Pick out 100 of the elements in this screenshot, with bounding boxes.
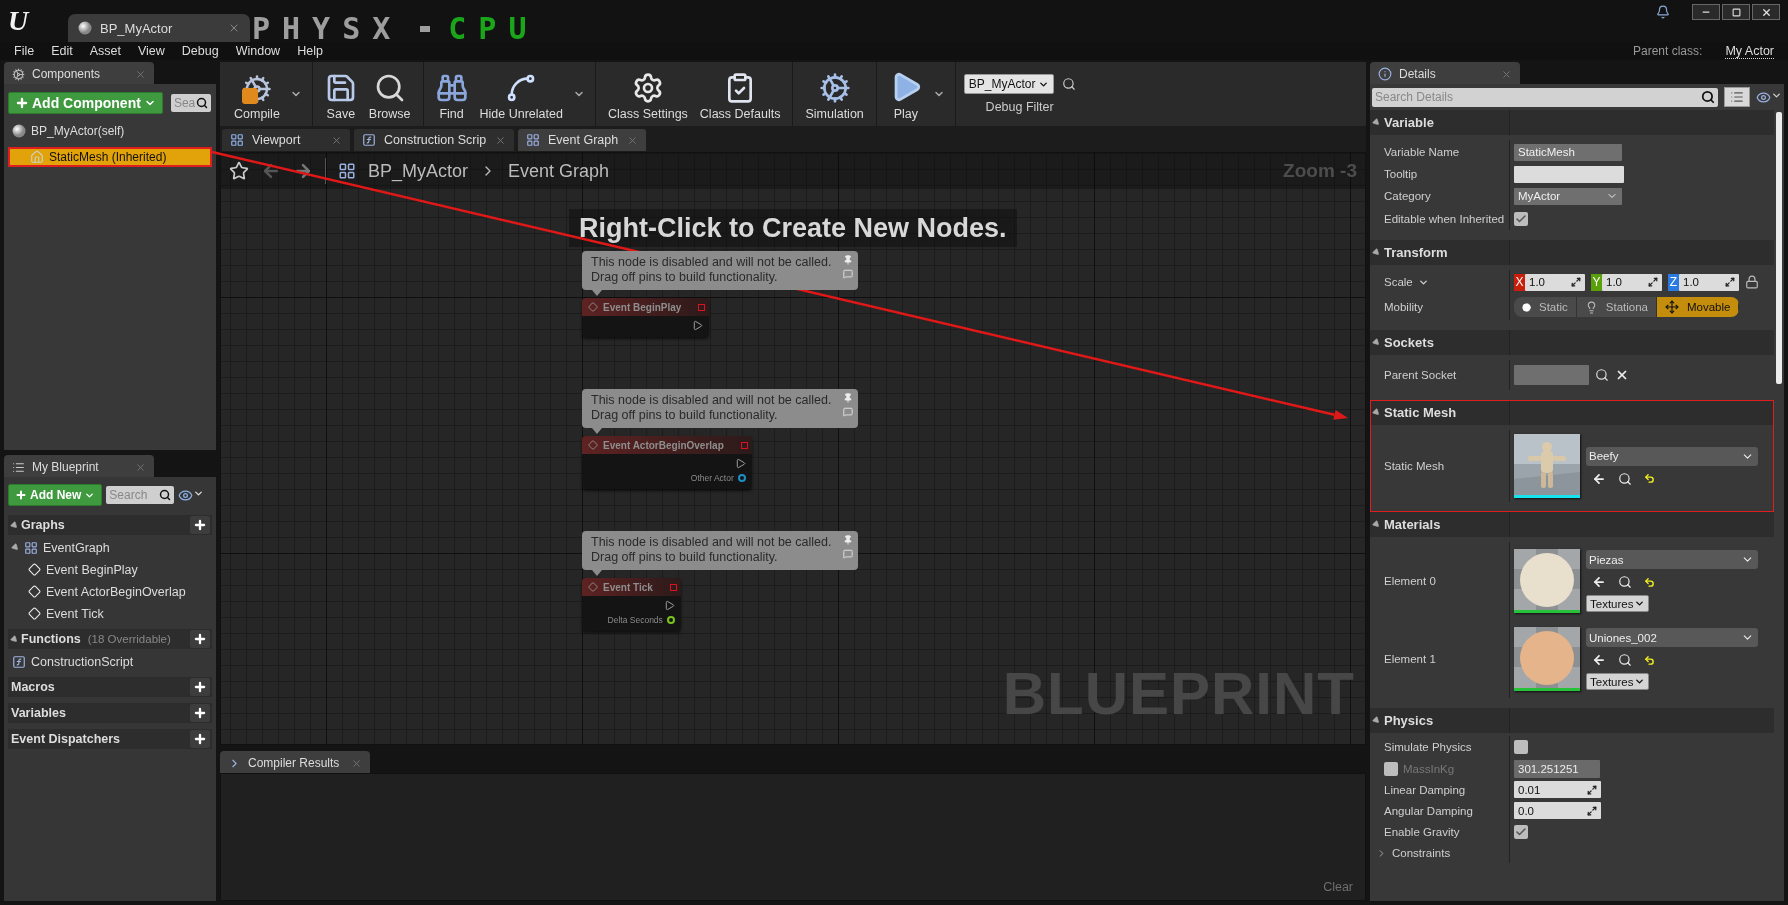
mobility-option[interactable]: Static: [1514, 297, 1577, 317]
checkbox[interactable]: [1514, 740, 1528, 754]
menu-item[interactable]: Debug: [181, 44, 219, 58]
search-icon[interactable]: [195, 97, 208, 109]
toolbar-button[interactable]: Browse: [362, 62, 417, 126]
add-button[interactable]: [190, 516, 210, 534]
close-button[interactable]: [1752, 4, 1780, 20]
blueprint-item[interactable]: Event Tick: [8, 604, 212, 623]
menu-item[interactable]: File: [14, 44, 35, 58]
search-icon[interactable]: [159, 489, 172, 501]
number-field[interactable]: 0.0: [1514, 802, 1601, 819]
menu-item[interactable]: Window: [235, 44, 281, 58]
back-icon[interactable]: [261, 161, 281, 181]
scrollbar[interactable]: [1776, 112, 1782, 384]
textures-button[interactable]: Textures: [1586, 595, 1650, 612]
minimize-button[interactable]: [1692, 4, 1720, 20]
add-new-button[interactable]: Add New: [8, 484, 103, 506]
search-icon[interactable]: [1595, 368, 1609, 382]
parent-class-link[interactable]: My Actor: [1725, 43, 1774, 59]
search-icon[interactable]: [1618, 653, 1632, 667]
breadcrumb-item[interactable]: BP_MyActor: [368, 160, 469, 182]
text-field[interactable]: StaticMesh: [1514, 143, 1622, 161]
maximize-button[interactable]: [1722, 4, 1750, 20]
panel-tab[interactable]: Compiler Results: [220, 751, 370, 773]
menu-item[interactable]: Edit: [51, 44, 73, 58]
close-icon[interactable]: [228, 22, 240, 34]
expand-triangle-icon[interactable]: [1371, 519, 1382, 530]
close-icon[interactable]: [331, 134, 342, 146]
text-field[interactable]: [1514, 365, 1589, 385]
search-field[interactable]: Search: [106, 486, 175, 504]
expand-triangle-icon[interactable]: [1371, 715, 1382, 726]
eye-icon[interactable]: [178, 487, 205, 503]
checkbox[interactable]: [1384, 761, 1398, 776]
text-field[interactable]: 301.251251: [1514, 759, 1600, 778]
expand-triangle-icon[interactable]: [9, 520, 20, 530]
asset-dropdown[interactable]: Uniones_002: [1586, 628, 1758, 647]
expand-triangle-icon[interactable]: [1371, 117, 1382, 128]
search-field[interactable]: Sea: [170, 94, 211, 112]
checkbox[interactable]: [1514, 825, 1528, 839]
toolbar-button[interactable]: Find: [429, 62, 474, 126]
expand-triangle-icon[interactable]: [1371, 337, 1382, 348]
add-button[interactable]: [190, 704, 210, 722]
group-label[interactable]: Constraints: [1392, 847, 1451, 859]
expand-triangle-icon[interactable]: [1371, 407, 1382, 418]
pin-icon[interactable]: [843, 393, 853, 403]
star-icon[interactable]: [229, 161, 249, 181]
number-field[interactable]: 1.0: [1525, 273, 1585, 291]
expand-triangle-icon[interactable]: [9, 634, 20, 644]
search-field[interactable]: Search Details: [1372, 87, 1718, 107]
number-field[interactable]: 1.0: [1679, 273, 1739, 291]
event-node[interactable]: Event BeginPlay: [582, 298, 710, 337]
checkbox[interactable]: [1514, 212, 1528, 226]
asset-dropdown[interactable]: Beefy: [1586, 446, 1758, 466]
menu-item[interactable]: Asset: [89, 44, 121, 58]
add-button[interactable]: [190, 730, 210, 748]
toolbar-button[interactable]: Class Defaults: [693, 62, 787, 126]
dropdown[interactable]: MyActor: [1514, 187, 1622, 205]
add-button[interactable]: [190, 630, 210, 648]
clear-icon[interactable]: [1615, 368, 1629, 382]
editor-tab[interactable]: Event Graph: [518, 129, 646, 151]
editor-tab[interactable]: Construction Scrip: [354, 129, 514, 151]
reset-icon[interactable]: [1644, 576, 1655, 588]
blueprint-item[interactable]: ConstructionScript: [8, 652, 212, 671]
panel-tab[interactable]: Details: [1370, 62, 1520, 84]
reset-icon[interactable]: [1644, 473, 1655, 484]
grid-view-button[interactable]: [1724, 87, 1750, 107]
panel-tab[interactable]: My Blueprint: [4, 455, 154, 477]
text-field[interactable]: [1514, 165, 1624, 183]
event-node[interactable]: Event ActorBeginOverlap Other Actor: [582, 436, 752, 489]
search-icon[interactable]: [1701, 90, 1715, 104]
toolbar-button[interactable]: Play: [882, 62, 929, 126]
add-component-button[interactable]: Add Component: [8, 92, 163, 114]
toolbar-button[interactable]: Hide Unrelated: [473, 62, 569, 126]
search-icon[interactable]: [1618, 575, 1632, 589]
reset-icon[interactable]: [1644, 654, 1655, 666]
toolbar-button[interactable]: Save: [318, 62, 363, 126]
lock-icon[interactable]: [1745, 275, 1759, 289]
event-node[interactable]: Event Tick Delta Seconds: [582, 578, 681, 631]
eye-icon[interactable]: [1756, 89, 1782, 105]
menu-item[interactable]: View: [137, 44, 165, 58]
notification-icon[interactable]: [1656, 5, 1670, 19]
pin-icon[interactable]: [843, 535, 853, 545]
panel-tab[interactable]: Components: [4, 62, 154, 84]
search-icon[interactable]: [1618, 471, 1632, 486]
document-tab[interactable]: BP_MyActor: [68, 14, 250, 42]
textures-button[interactable]: Textures: [1586, 673, 1650, 690]
expand-triangle-icon[interactable]: [1371, 247, 1382, 258]
toolbar-button[interactable]: Compile: [228, 62, 286, 126]
mobility-option[interactable]: Movable: [1656, 297, 1740, 317]
breadcrumb-item[interactable]: Event Graph: [508, 160, 610, 182]
editor-tab[interactable]: Viewport: [222, 129, 350, 151]
blueprint-item[interactable]: Event BeginPlay: [8, 560, 212, 579]
expand-triangle-icon[interactable]: [10, 542, 21, 553]
close-icon[interactable]: [495, 134, 506, 146]
toolbar-button[interactable]: Class Settings: [601, 62, 694, 126]
debug-filter-dropdown[interactable]: BP_MyActor: [963, 74, 1054, 94]
pin-icon[interactable]: [843, 255, 853, 265]
search-icon[interactable]: [1061, 77, 1076, 91]
menu-item[interactable]: Help: [297, 44, 323, 58]
blueprint-item[interactable]: Event ActorBeginOverlap: [8, 582, 212, 601]
